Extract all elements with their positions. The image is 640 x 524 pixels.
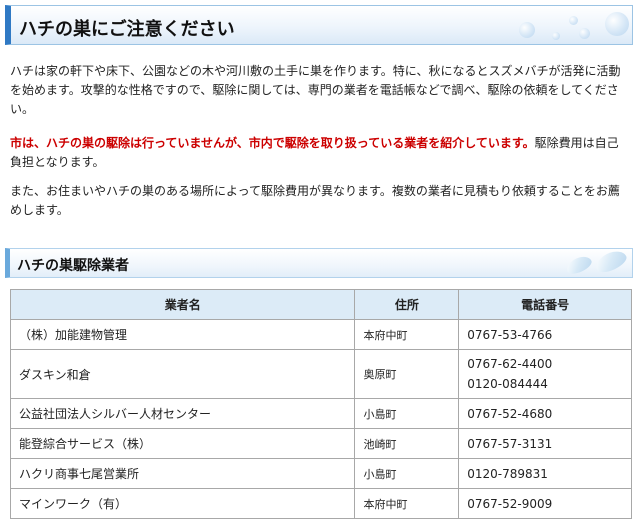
estimate-paragraph: また、お住まいやハチの巣のある場所によって駆除費用が異なります。複数の業者に見積… — [10, 184, 620, 217]
vendor-phone: 0767-52-4680 — [458, 398, 632, 429]
table-row: 能登綜合サービス（株） 池崎町 0767-57-3131 — [9, 428, 632, 459]
phone-number: 0767-62-4400 — [467, 357, 553, 371]
decorative-bubble — [579, 28, 590, 39]
vendor-area: 小島町 — [354, 398, 460, 429]
vendor-phone: 0767-52-9009 — [458, 488, 632, 519]
phone-number: 0767-52-9009 — [467, 496, 553, 511]
decorative-leaf — [564, 253, 594, 277]
section-title-banner: ハチの巣駆除業者 — [5, 248, 633, 278]
warning-text: 市は、ハチの巣の駆除は行っていませんが、市内で駆除を取り扱っている業者を紹介して… — [10, 136, 535, 150]
vendor-phone: 0767-57-3131 — [458, 428, 632, 459]
notice-paragraph: 市は、ハチの巣の駆除は行っていませんが、市内で駆除を取り扱っている業者を紹介して… — [10, 134, 630, 172]
vendor-name: 公益社団法人シルバー人材センター — [9, 398, 356, 429]
vendor-table: 業者名 住所 電話番号 （株）加能建物管理 本府中町 0767-53-4766 … — [9, 289, 632, 519]
vendor-name: 能登綜合サービス（株） — [9, 428, 356, 459]
table-row: （株）加能建物管理 本府中町 0767-53-4766 — [9, 319, 632, 350]
section-title: ハチの巣駆除業者 — [17, 258, 129, 274]
intro-paragraph: ハチは家の軒下や床下、公園などの木や河川敷の土手に巣を作ります。特に、秋になると… — [10, 64, 621, 116]
vendor-area: 本府中町 — [354, 488, 460, 519]
page-title: ハチの巣にご注意ください — [19, 19, 235, 40]
vendor-phone: 0120-789831 — [458, 458, 632, 489]
phone-number: 0767-53-4766 — [467, 327, 553, 342]
phone-number: 0767-52-4680 — [467, 406, 553, 421]
vendor-name: （株）加能建物管理 — [9, 319, 356, 350]
decorative-bubble — [569, 16, 578, 25]
vendor-name: ダスキン和倉 — [9, 349, 356, 399]
phone-number: 0767-57-3131 — [467, 436, 553, 451]
phone-number: 0120-789831 — [467, 466, 548, 481]
table-row: ダスキン和倉 奥原町 0767-62-4400 0120-084444 — [9, 349, 632, 399]
column-header-name: 業者名 — [9, 289, 356, 320]
vendor-area: 小島町 — [354, 458, 460, 489]
column-header-area: 住所 — [354, 289, 460, 320]
vendor-area: 本府中町 — [354, 319, 460, 350]
decorative-bubble — [519, 22, 535, 38]
table-row: 公益社団法人シルバー人材センター 小島町 0767-52-4680 — [9, 398, 632, 429]
page: ハチの巣にご注意ください ハチは家の軒下や床下、公園などの木や河川敷の土手に巣を… — [0, 0, 640, 524]
phone-number: 0120-084444 — [467, 377, 548, 391]
decorative-bubble — [552, 32, 560, 40]
page-title-banner: ハチの巣にご注意ください — [5, 5, 633, 45]
table-row: ハクリ商事七尾営業所 小島町 0120-789831 — [9, 458, 632, 489]
vendor-phone: 0767-53-4766 — [458, 319, 632, 350]
decorative-leaf — [592, 249, 630, 276]
table-row: マインワーク（有） 本府中町 0767-52-9009 — [9, 488, 632, 519]
column-header-phone: 電話番号 — [458, 289, 632, 320]
vendor-name: ハクリ商事七尾営業所 — [9, 458, 356, 489]
table-header-row: 業者名 住所 電話番号 — [9, 289, 632, 320]
vendor-phone: 0767-62-4400 0120-084444 — [458, 349, 632, 399]
vendor-name: マインワーク（有） — [9, 488, 356, 519]
vendor-area: 奥原町 — [354, 349, 460, 399]
vendor-area: 池崎町 — [354, 428, 460, 459]
decorative-bubble — [605, 12, 629, 36]
